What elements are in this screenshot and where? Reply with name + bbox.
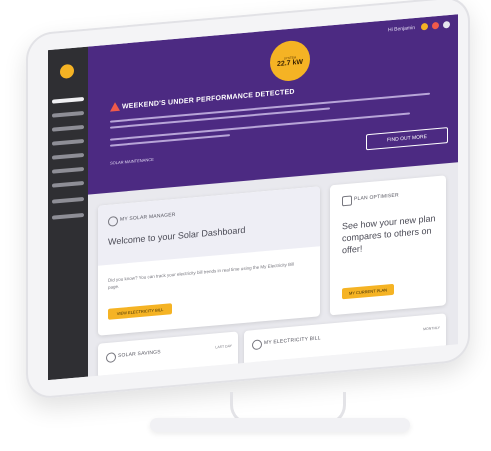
- sidebar-item-6[interactable]: [52, 180, 84, 188]
- electricity-bill-card: MY ELECTRICITY BILL MONTHLY: [244, 313, 446, 371]
- plan-icon: [342, 195, 352, 207]
- solar-savings-card: SOLAR SAVINGS LAST DAY: [98, 331, 238, 381]
- electricity-bill-period[interactable]: MONTHLY: [423, 326, 440, 331]
- my-current-plan-button[interactable]: MY CURRENT PLAN: [342, 283, 394, 300]
- notification-bell-icon[interactable]: [443, 20, 450, 29]
- welcome-card-header: [98, 186, 320, 266]
- electricity-bill-title: MY ELECTRICITY BILL: [264, 335, 321, 347]
- plan-eyebrow: PLAN OPTIMISER: [354, 192, 399, 203]
- electricity-bill-icon: [252, 339, 262, 351]
- find-out-more-button[interactable]: FIND OUT MORE: [366, 127, 448, 151]
- solar-savings-title: SOLAR SAVINGS: [118, 349, 161, 359]
- solar-savings-period[interactable]: LAST DAY: [215, 344, 232, 349]
- sidebar-item-5[interactable]: [52, 166, 84, 174]
- system-size-badge: SYSTEM 22.7 kW: [270, 39, 310, 83]
- sidebar-item-dashboard[interactable]: [52, 96, 84, 104]
- warning-icon: [110, 101, 120, 112]
- plan-optimiser-card: PLAN OPTIMISER See how your new plan com…: [330, 175, 446, 316]
- sidebar-item-7[interactable]: [52, 196, 84, 204]
- alert-banner: Hi Benjamin SYSTEM 22.7 kW WEEKEND'S UND…: [88, 14, 458, 195]
- welcome-body: Did you know? You can track your electri…: [108, 261, 295, 290]
- alert-icon[interactable]: [432, 21, 439, 30]
- tablet-stand-base: [150, 418, 410, 432]
- sidebar-item-3[interactable]: [52, 138, 84, 146]
- solar-status-icon[interactable]: [421, 22, 428, 31]
- badge-value: 22.7 kW: [276, 58, 304, 68]
- user-area: Hi Benjamin: [388, 20, 450, 33]
- screen: Hi Benjamin SYSTEM 22.7 kW WEEKEND'S UND…: [48, 14, 458, 381]
- sidebar-item-4[interactable]: [52, 152, 84, 160]
- user-name[interactable]: Hi Benjamin: [388, 24, 415, 32]
- solar-maintenance-link[interactable]: SOLAR MAINTENANCE: [110, 157, 154, 166]
- solar-savings-icon: [106, 352, 116, 364]
- sidebar-item-2[interactable]: [52, 124, 84, 132]
- view-electricity-bill-button[interactable]: VIEW ELECTRICITY BILL: [108, 303, 172, 320]
- sidebar-item-1[interactable]: [52, 110, 84, 118]
- sidebar-item-8[interactable]: [52, 212, 84, 220]
- plan-body: See how your new plan compares to others…: [342, 213, 436, 256]
- sidebar: [48, 46, 88, 381]
- app-logo-icon[interactable]: [60, 63, 74, 80]
- welcome-card: MY SOLAR MANAGER Welcome to your Solar D…: [98, 186, 320, 336]
- tablet-device: Hi Benjamin SYSTEM 22.7 kW WEEKEND'S UND…: [26, 0, 470, 401]
